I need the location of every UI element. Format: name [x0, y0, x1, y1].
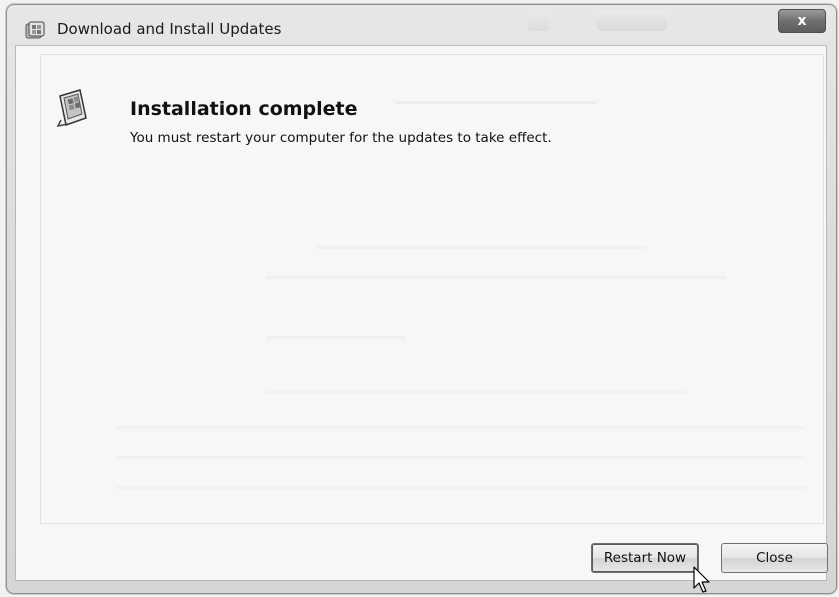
content-frame [40, 54, 824, 524]
close-icon: x [797, 13, 807, 29]
dialog-content-area: Installation complete You must restart y… [15, 45, 828, 593]
window-title: Download and Install Updates [57, 20, 282, 38]
windows-update-icon [25, 21, 45, 39]
status-heading: Installation complete [130, 98, 358, 120]
close-button[interactable]: Close [721, 543, 828, 573]
background-bleed-line [266, 391, 686, 394]
background-bleed-line [266, 336, 406, 339]
update-dialog-window: Download and Install Updates x Installat… [6, 4, 837, 594]
background-bleed-line [116, 486, 806, 489]
background-bleed-line [116, 456, 806, 459]
status-message: You must restart your computer for the u… [130, 130, 552, 146]
window-close-button[interactable]: x [778, 9, 826, 33]
background-bleed-line [116, 426, 806, 429]
restart-now-button[interactable]: Restart Now [591, 543, 699, 573]
title-bar[interactable]: Download and Install Updates x [7, 5, 836, 49]
windows-update-icon [56, 89, 87, 128]
background-bleed-line [316, 246, 646, 249]
background-bleed-line [266, 276, 726, 279]
background-window-button [597, 11, 667, 31]
background-window-icon [527, 11, 549, 31]
background-bleed-line [396, 101, 596, 104]
